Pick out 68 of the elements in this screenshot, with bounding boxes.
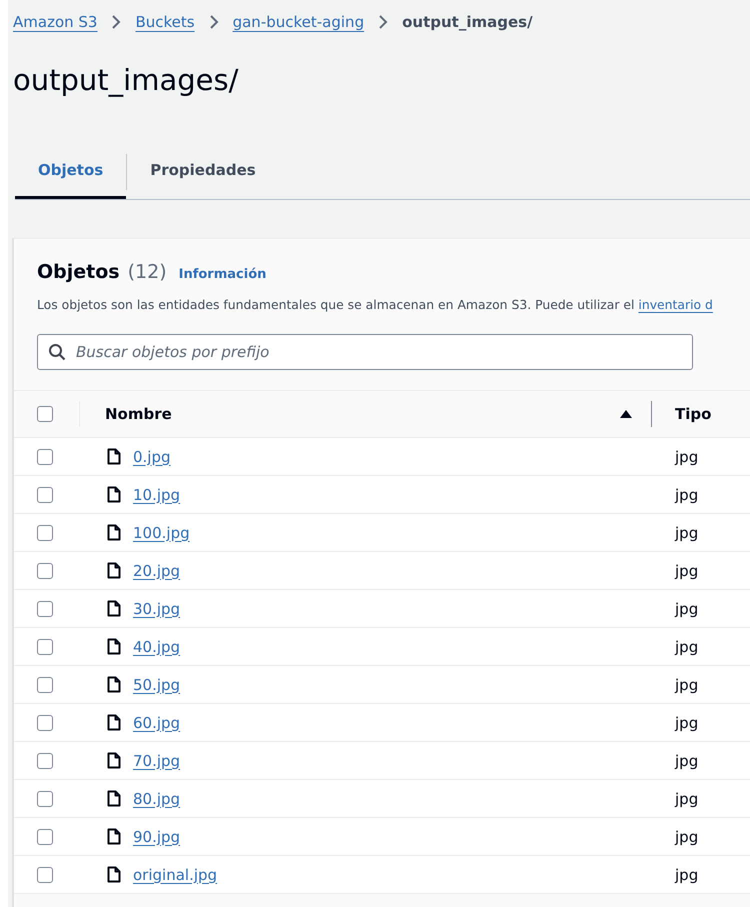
sort-ascending-icon[interactable] bbox=[619, 408, 633, 420]
file-link[interactable]: 20.jpg bbox=[133, 562, 180, 580]
table-cell-text: jpg bbox=[674, 638, 700, 656]
table-cell-text: jpg bbox=[674, 448, 700, 466]
checkbox[interactable] bbox=[37, 752, 53, 768]
table-cell-text: jpg bbox=[674, 562, 700, 580]
file-icon bbox=[107, 866, 121, 883]
breadcrumb-link[interactable]: Amazon S3 bbox=[13, 13, 98, 31]
file-link[interactable]: 50.jpg bbox=[133, 676, 180, 694]
file-link[interactable]: 80.jpg bbox=[133, 790, 180, 808]
breadcrumb-link[interactable]: gan-bucket-aging bbox=[232, 13, 364, 31]
table-cell-text: jpg bbox=[674, 714, 700, 732]
file-icon bbox=[107, 828, 121, 845]
checkbox[interactable] bbox=[37, 486, 53, 502]
file-link[interactable]: 30.jpg bbox=[133, 600, 180, 618]
file-icon bbox=[107, 600, 121, 617]
file-link[interactable]: 0.jpg bbox=[133, 448, 171, 466]
checkbox[interactable] bbox=[37, 866, 53, 882]
table-cell-text: jpg bbox=[674, 524, 700, 542]
table-cell-text: jpg bbox=[674, 790, 700, 808]
table-cell-text: jpg bbox=[674, 866, 700, 884]
checkbox[interactable] bbox=[37, 600, 53, 616]
checkbox[interactable] bbox=[37, 524, 53, 540]
file-icon bbox=[107, 638, 121, 655]
search-field[interactable]: Buscar objetos por prefijo bbox=[37, 334, 693, 370]
table-cell-text: jpg bbox=[674, 676, 700, 694]
checkbox[interactable] bbox=[37, 828, 53, 844]
chevron-right-icon bbox=[378, 14, 388, 30]
checkbox[interactable] bbox=[37, 714, 53, 730]
file-link[interactable]: 90.jpg bbox=[133, 828, 180, 846]
file-link[interactable]: 70.jpg bbox=[133, 752, 180, 770]
file-icon bbox=[107, 752, 121, 769]
breadcrumb-current: output_images/ bbox=[402, 13, 533, 31]
tab[interactable]: Objetos bbox=[15, 144, 126, 199]
table-cell-text: jpg bbox=[674, 486, 700, 504]
column-header[interactable]: Nombre bbox=[105, 405, 172, 423]
file-link[interactable]: 40.jpg bbox=[133, 638, 180, 656]
table-cell-text: jpg bbox=[674, 828, 700, 846]
info-link[interactable]: Información bbox=[178, 267, 266, 282]
checkbox[interactable] bbox=[37, 638, 53, 654]
file-link[interactable]: original.jpg bbox=[133, 866, 218, 884]
file-icon bbox=[107, 524, 121, 541]
file-icon bbox=[107, 562, 121, 579]
inventory-link[interactable]: inventario d bbox=[638, 297, 713, 312]
object-count: (12) bbox=[128, 261, 167, 283]
file-icon bbox=[107, 448, 121, 465]
file-icon bbox=[107, 486, 121, 503]
checkbox[interactable] bbox=[37, 448, 53, 464]
file-link[interactable]: 60.jpg bbox=[133, 714, 180, 732]
checkbox[interactable] bbox=[37, 790, 53, 806]
chevron-right-icon bbox=[111, 14, 122, 30]
tab[interactable]: Propiedades bbox=[127, 144, 279, 199]
checkbox[interactable] bbox=[37, 406, 53, 422]
page-title: output_images/ bbox=[13, 62, 240, 98]
file-icon bbox=[107, 714, 121, 731]
table-cell-text: jpg bbox=[674, 600, 700, 618]
breadcrumb-link[interactable]: Buckets bbox=[135, 13, 195, 31]
file-icon bbox=[107, 676, 121, 693]
file-icon bbox=[107, 790, 121, 807]
chevron-right-icon bbox=[208, 14, 219, 30]
file-link[interactable]: 10.jpg bbox=[133, 486, 180, 504]
file-link[interactable]: 100.jpg bbox=[133, 524, 190, 542]
panel-heading: Objetos bbox=[37, 261, 120, 283]
checkbox[interactable] bbox=[37, 562, 53, 578]
description-text: Los objetos son las entidades fundamentales que se almacenan en Amazon S3. Puede utilizar el inventario d bbox=[36, 297, 714, 312]
column-header[interactable]: Tipo bbox=[675, 405, 712, 423]
checkbox[interactable] bbox=[37, 676, 53, 692]
table-cell-text: jpg bbox=[674, 752, 700, 770]
